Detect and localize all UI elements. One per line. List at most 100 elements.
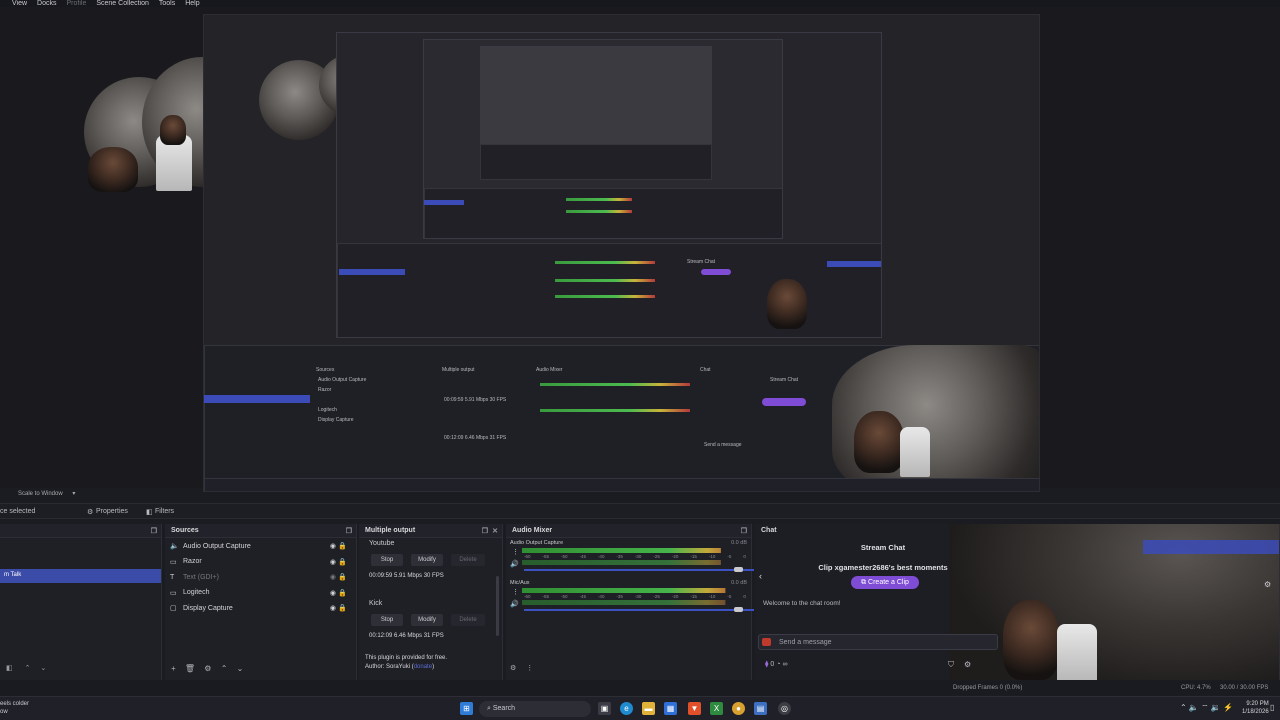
obs-icon[interactable]: ◎	[778, 702, 791, 715]
volume-slider-knob[interactable]	[734, 607, 743, 612]
kick-delete-button[interactable]: Delete	[451, 614, 485, 626]
scrollbar[interactable]	[496, 576, 499, 636]
speaker-icon[interactable]: 🔊	[510, 600, 519, 608]
weather-line2: ow	[0, 709, 8, 715]
lock-icon[interactable]: 🔒	[338, 558, 347, 566]
lock-icon[interactable]: 🔒	[338, 573, 347, 581]
bits-icon[interactable]: ⧫	[765, 661, 768, 668]
up-icon[interactable]: ⌃	[221, 664, 228, 673]
emote-icon[interactable]	[762, 638, 771, 646]
gear-icon[interactable]: ⚙	[204, 664, 211, 673]
nested-blue	[424, 200, 464, 205]
dock-float-icon[interactable]: ❐	[482, 527, 488, 535]
down-icon[interactable]: ⌄	[40, 665, 46, 672]
add-icon[interactable]: +	[171, 664, 176, 673]
store-icon[interactable]: ▦	[664, 702, 677, 715]
volume-slider-knob[interactable]	[734, 567, 743, 572]
nested-text: Send a message	[704, 442, 742, 448]
menu-docks[interactable]: Docks	[37, 0, 56, 7]
preview-area[interactable]: Stream Chat Sources Audio Output Capture…	[0, 7, 1280, 492]
shield-icon[interactable]: ⛉	[948, 660, 954, 670]
visibility-eye-icon[interactable]: ◉	[330, 573, 336, 581]
youtube-delete-button[interactable]: Delete	[451, 554, 485, 566]
clock-date: 1/18/2026	[1242, 709, 1269, 715]
properties-button[interactable]: Properties	[96, 508, 128, 515]
kick-modify-button[interactable]: Modify	[411, 614, 443, 626]
visibility-eye-icon[interactable]: ◉	[330, 558, 336, 566]
scenes-dock: ❐ m Talk ◧ ⌃ ⌄	[0, 524, 162, 680]
speaker-icon[interactable]: 🔊	[510, 560, 519, 568]
tick-label: -5	[727, 554, 732, 559]
visibility-eye-icon[interactable]: ◉	[330, 589, 336, 597]
source-item[interactable]: 🔈 Audio Output Capture ◉ 🔒	[170, 539, 350, 553]
source-label: Display Capture	[183, 604, 233, 612]
dock-float-icon[interactable]: ❐	[346, 527, 352, 535]
taskbar-search[interactable]: ⌕ Search	[479, 701, 591, 717]
dropped-frames: Dropped Frames 0 (0.0%)	[953, 685, 1023, 691]
windows-start-icon[interactable]: ⊞	[460, 702, 473, 715]
notification-icon[interactable]: ▯	[1270, 703, 1274, 712]
preview-canvas[interactable]: Stream Chat Sources Audio Output Capture…	[203, 14, 1040, 492]
filter-icon[interactable]: ◧	[146, 508, 153, 516]
channel-name: Audio Output Capture	[510, 540, 564, 546]
menu-tools[interactable]: Tools	[159, 0, 175, 7]
volume-slider[interactable]	[524, 569, 754, 571]
chevron-left-icon[interactable]: ‹	[759, 571, 762, 581]
lock-icon[interactable]: 🔒	[338, 542, 347, 550]
visibility-eye-icon[interactable]: ◉	[330, 542, 336, 550]
filter-icon[interactable]: ◧	[6, 665, 13, 672]
source-item[interactable]: ▢ Display Capture ◉ 🔒	[170, 601, 350, 615]
channel-menu-icon[interactable]: ⋮	[512, 588, 519, 596]
menu-help[interactable]: Help	[185, 0, 199, 7]
chat-input[interactable]: Send a message	[758, 634, 998, 650]
audio-mixer-dock: Audio Mixer ❐ Audio Output Capture 0.0 dB…	[506, 524, 754, 680]
filters-button[interactable]: Filters	[155, 508, 174, 515]
scale-dropdown[interactable]: Scale to Window	[18, 491, 63, 497]
kick-stats: 00:12:09 6.46 Mbps 31 FPS	[369, 633, 444, 639]
youtube-modify-button[interactable]: Modify	[411, 554, 443, 566]
app-icon[interactable]: ▤	[754, 702, 767, 715]
source-item[interactable]: ▭ Razor ◉ 🔒	[170, 555, 350, 569]
channel-name: Mic/Aux	[510, 580, 530, 586]
visibility-eye-icon[interactable]: ◉	[330, 604, 336, 612]
lock-icon[interactable]: 🔒	[338, 589, 347, 597]
dock-float-icon[interactable]: ❐	[741, 527, 747, 535]
chrome-icon[interactable]: ●	[732, 702, 745, 715]
gear-icon[interactable]: ⚙	[1264, 580, 1271, 589]
gear-icon[interactable]: ⚙	[510, 665, 516, 672]
down-icon[interactable]: ⌄	[237, 664, 244, 673]
menu-scene-collection[interactable]: Scene Collection	[96, 0, 149, 7]
kick-stop-button[interactable]: Stop	[371, 614, 403, 626]
folder-icon[interactable]: ▬	[642, 702, 655, 715]
clock[interactable]: 9:20 PM 1/18/2026	[1242, 700, 1269, 716]
source-item[interactable]: T Text (GDI+) ◉ 🔒	[170, 570, 350, 584]
menu-profile[interactable]: Profile	[67, 0, 87, 7]
gear-icon[interactable]: ⚙	[964, 660, 971, 669]
scene-item-selected[interactable]: m Talk	[0, 569, 161, 583]
gear-icon[interactable]: ⚙	[87, 508, 93, 516]
nested-text: Audio Output Capture	[318, 377, 367, 383]
timer-icon[interactable]: ◔	[776, 661, 780, 668]
close-icon[interactable]: ✕	[492, 527, 498, 535]
nested-text: Chat	[700, 367, 711, 373]
more-icon[interactable]: ⋮	[526, 665, 533, 672]
channel-menu-icon[interactable]: ⋮	[512, 548, 519, 556]
task-view-icon[interactable]: ▣	[598, 702, 611, 715]
chevron-down-icon[interactable]: ▾	[72, 491, 75, 497]
lock-icon[interactable]: 🔒	[338, 604, 347, 612]
tick-label: -25	[653, 594, 660, 599]
tray-icons[interactable]: ⌃ 🔈 ⌔ 🔉 ⚡	[1180, 703, 1233, 713]
dock-float-icon[interactable]: ❐	[151, 527, 157, 535]
source-item[interactable]: ▭ Logitech ◉ 🔒	[170, 586, 350, 600]
create-clip-button[interactable]: ⧉ Create a Clip	[851, 576, 919, 589]
nested-text: Sources	[316, 367, 335, 373]
edge-icon[interactable]: e	[620, 702, 633, 715]
volume-slider[interactable]	[524, 609, 754, 611]
excel-icon[interactable]: X	[710, 702, 723, 715]
brave-icon[interactable]: ▼	[688, 702, 701, 715]
donate-link[interactable]: donate	[414, 664, 432, 670]
trash-icon[interactable]: 🗑	[185, 664, 195, 673]
up-icon[interactable]: ⌃	[25, 665, 31, 672]
menu-view[interactable]: View	[12, 0, 27, 7]
youtube-stop-button[interactable]: Stop	[371, 554, 403, 566]
